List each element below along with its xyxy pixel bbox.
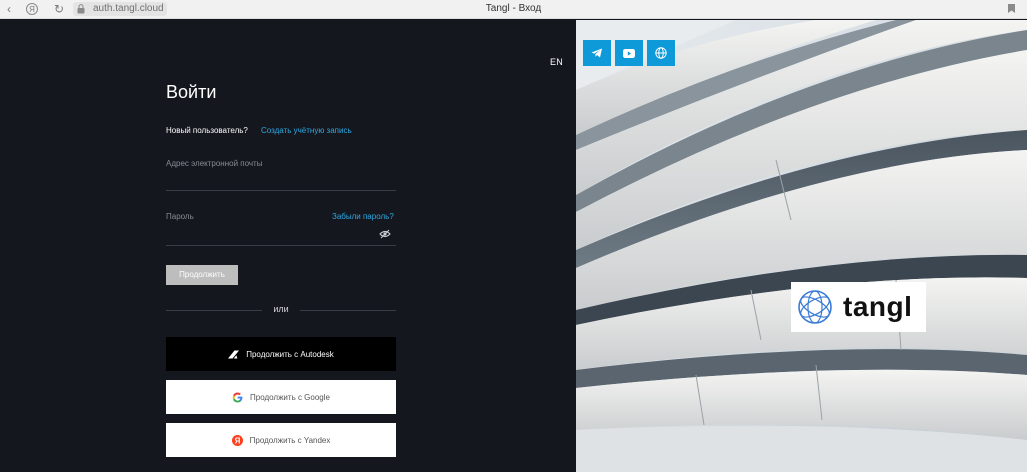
google-icon	[232, 392, 243, 402]
tangl-logo-text: tangl	[843, 291, 913, 322]
divider-right	[300, 310, 396, 311]
globe-icon	[655, 47, 667, 59]
youtube-icon	[623, 48, 635, 58]
yandex-login-button[interactable]: Я Продолжить с Yandex	[166, 423, 396, 457]
architecture-photo	[576, 20, 1027, 472]
telegram-button[interactable]	[583, 40, 611, 66]
youtube-button[interactable]	[615, 40, 643, 66]
forgot-password-link[interactable]: Забыли пароль?	[332, 212, 394, 221]
create-account-link[interactable]: Создать учётную запись	[261, 126, 352, 135]
password-field[interactable]	[166, 245, 396, 246]
tangl-logo-icon	[798, 290, 832, 324]
tangl-logo: tangl	[791, 282, 926, 332]
autodesk-login-label: Продолжить с Autodesk	[246, 349, 334, 359]
browser-toolbar: ‹ Я ↻ auth.tangl.cloud Tangl - Вход	[0, 0, 1027, 19]
email-field[interactable]	[166, 190, 396, 191]
language-switch[interactable]: EN	[550, 57, 563, 67]
new-user-text: Новый пользователь?	[166, 126, 248, 135]
page-title: Войти	[166, 82, 217, 102]
yandex-login-label: Продолжить с Yandex	[249, 435, 331, 445]
divider-left	[166, 310, 262, 311]
autodesk-login-button[interactable]: Продолжить с Autodesk	[166, 337, 396, 371]
telegram-icon	[591, 48, 602, 58]
or-separator: или	[273, 304, 289, 314]
google-login-button[interactable]: Продолжить с Google	[166, 380, 396, 414]
autodesk-icon	[228, 350, 240, 358]
svg-text:Я: Я	[234, 436, 240, 445]
email-field-label: Адрес электронной почты	[166, 159, 263, 168]
bookmark-icon[interactable]	[1008, 4, 1015, 13]
hero-image-panel: tangl	[576, 20, 1027, 472]
tab-title: Tangl - Вход	[485, 3, 542, 14]
password-field-label: Пароль	[166, 212, 194, 221]
yandex-icon: Я	[231, 434, 243, 446]
google-login-label: Продолжить с Google	[250, 392, 330, 402]
eye-hidden-icon[interactable]	[379, 229, 391, 239]
continue-button[interactable]: Продолжить	[166, 265, 238, 285]
website-button[interactable]	[647, 40, 675, 66]
